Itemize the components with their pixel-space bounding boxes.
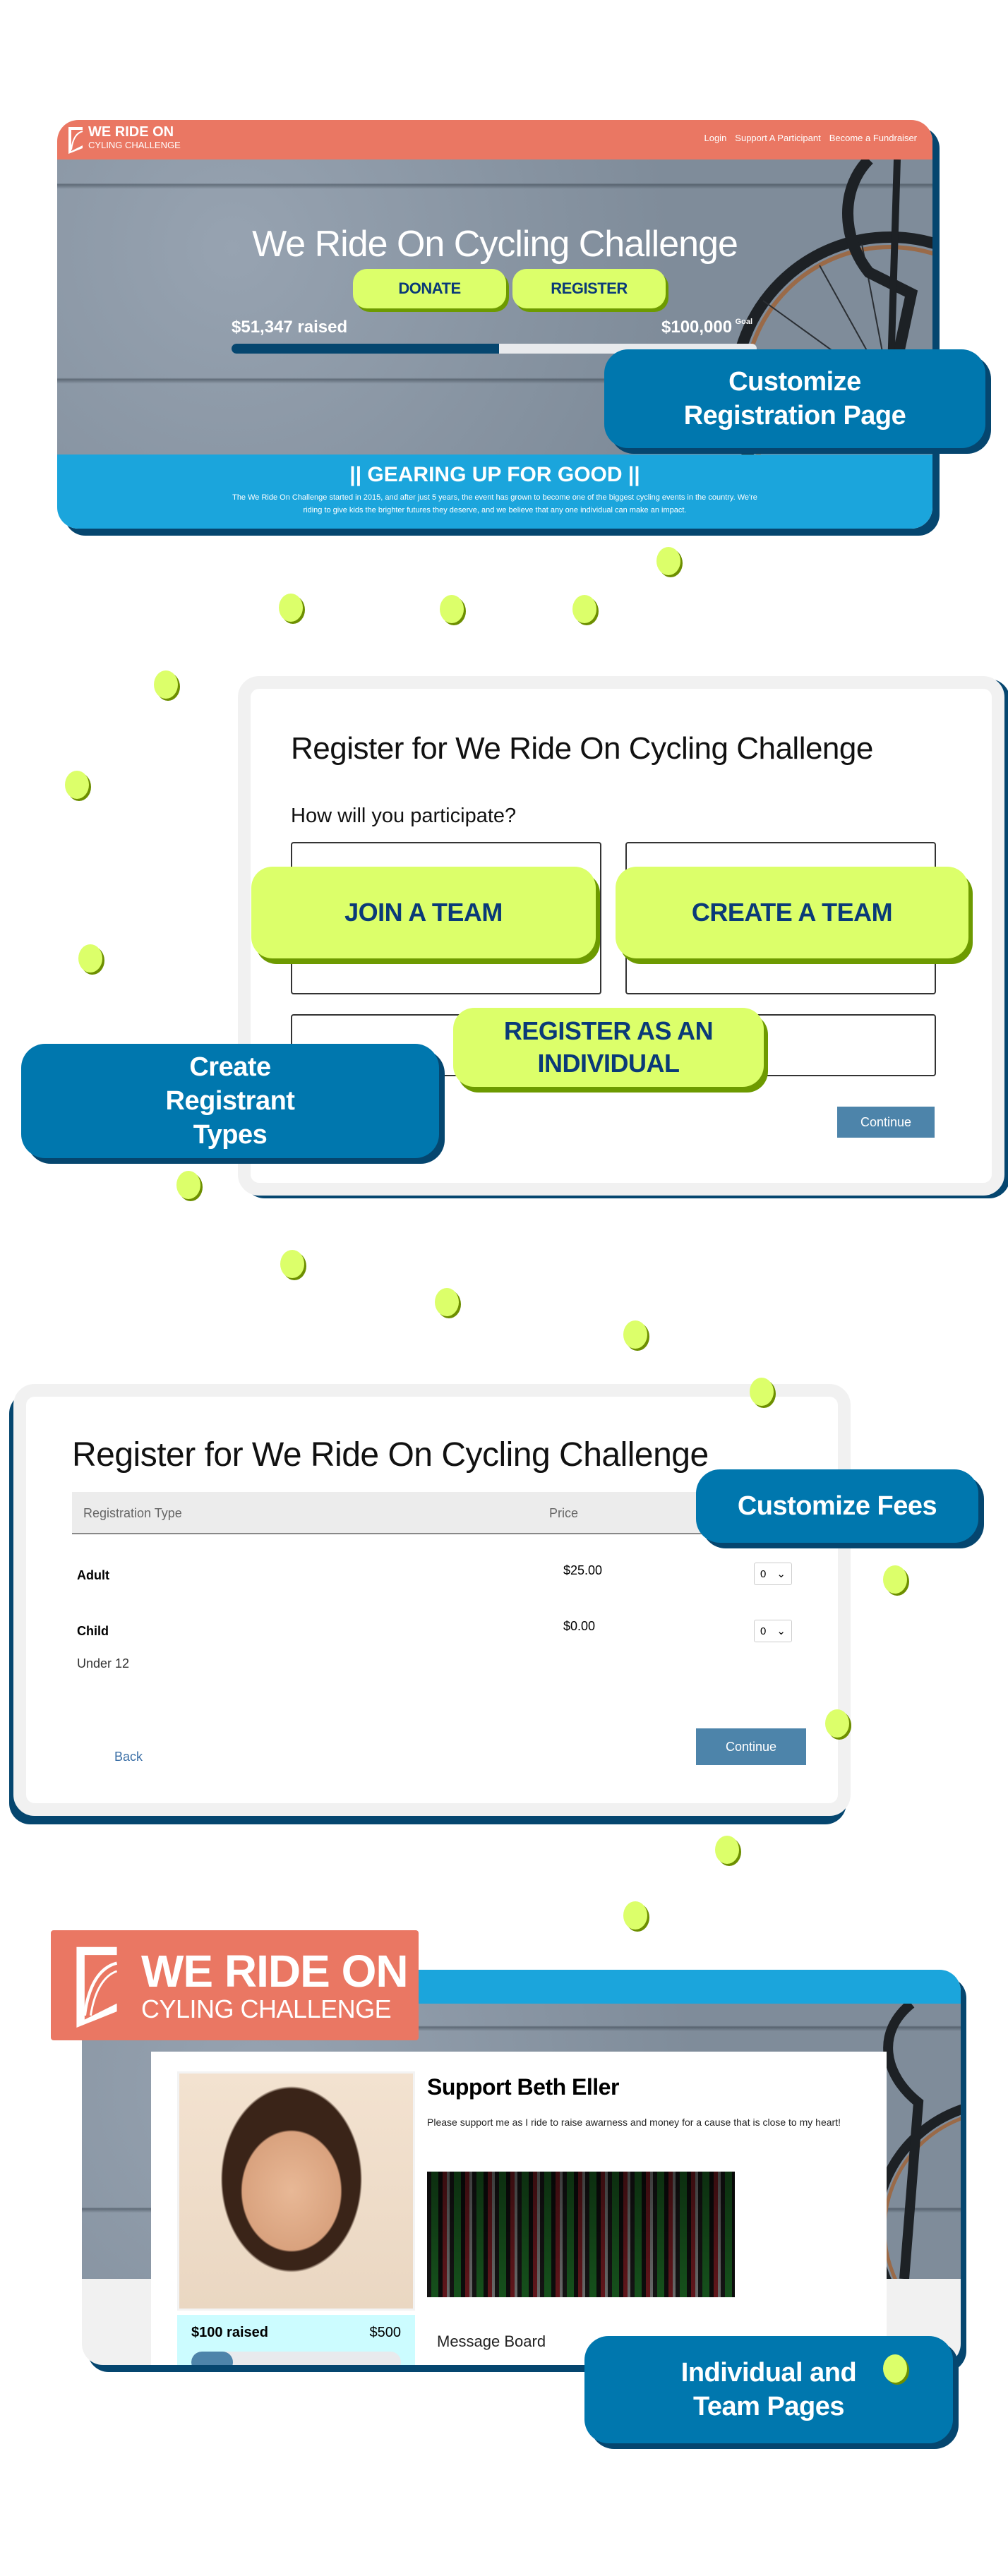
site-header: WE RIDE ON CYLING CHALLENGE Login Suppor… [57,120,932,160]
fundraising-box: $100 raised $500 [177,2315,415,2365]
page-description: Please support me as I ride to raise awa… [427,2117,841,2128]
callout-create-registrant-types: Create Registrant Types [21,1044,439,1158]
row-price: $0.00 [563,1619,596,1633]
cyclists-photo [427,2172,735,2297]
decorative-dot [656,547,680,575]
decorative-dot [440,595,464,623]
banner-text: The We Ride On Challenge started in 2015… [232,493,757,514]
decorative-dot [623,1901,647,1930]
row-price: $25.00 [563,1563,603,1577]
top-nav: Login Support A Participant Become a Fun… [704,133,917,143]
registration-title: Register for We Ride On Cycling Challeng… [72,1436,709,1474]
logo-line2: CYLING CHALLENGE [88,140,181,150]
callout-customize-registration-page: Customize Registration Page [604,349,985,448]
goal-label: Goal [735,318,753,326]
logo-line2: CYLING CHALLENGE [141,1994,392,2023]
goal-amount: $100,000 [661,318,733,337]
continue-button[interactable]: Continue [837,1107,935,1138]
participation-question: How will you participate? [291,805,517,827]
quantity-value: 0 [760,1625,767,1637]
callout-customize-fees: Customize Fees [696,1469,978,1543]
decorative-dot [176,1171,200,1199]
logo-line1: WE RIDE ON [141,1946,409,1997]
register-button[interactable]: REGISTER [512,269,666,308]
logo-line1: WE RIDE ON [88,124,174,140]
chevron-down-icon: ⌄ [776,1625,786,1637]
banner-title: || GEARING UP FOR GOOD || [349,463,640,486]
profile-photo [177,2071,415,2311]
create-a-team-button[interactable]: CREATE A TEAM [616,867,968,958]
nav-become-fundraiser[interactable]: Become a Fundraiser [829,133,917,143]
decorative-dot [750,1378,774,1406]
amount-raised: $100 raised [191,2325,268,2340]
event-page-preview: WE RIDE ON CYLING CHALLENGE Login Suppor… [57,120,932,529]
nav-support-participant[interactable]: Support A Participant [735,133,820,143]
row-type: Adult [77,1568,109,1582]
logo-badge: WE RIDE ON CYLING CHALLENGE [51,1930,419,2040]
registration-title: Register for We Ride On Cycling Challeng… [291,731,873,766]
continue-button[interactable]: Continue [696,1728,806,1765]
chevron-down-icon: ⌄ [776,1568,786,1580]
row-note: Under 12 [77,1656,130,1671]
gearing-up-banner: || GEARING UP FOR GOOD || The We Ride On… [57,455,932,529]
column-price: Price [549,1506,579,1520]
bike-logo-icon [76,1946,118,2028]
fees-card: Register for We Ride On Cycling Challeng… [13,1384,851,1816]
quantity-value: 0 [760,1567,767,1580]
goal: $100,000 Goal [661,318,752,337]
decorative-dot [572,595,596,623]
fundraising-progress-bar [191,2352,401,2365]
callout-individual-team-pages: Individual and Team Pages [584,2336,953,2443]
progress-fill [232,344,500,354]
decorative-dot [78,944,102,973]
goal-amount: $500 [369,2325,402,2340]
decorative-dot [435,1288,459,1316]
register-individual-button[interactable]: REGISTER AS AN INDIVIDUAL [453,1008,764,1087]
hero-title: We Ride On Cycling Challenge [252,224,738,265]
decorative-dot [279,594,303,622]
message-board-heading: Message Board [437,2333,546,2350]
decorative-dot [280,1250,304,1278]
decorative-dot [825,1709,849,1738]
progress-fill [191,2352,234,2365]
decorative-dot [883,2354,907,2383]
page-title: Support Beth Eller [427,2074,619,2100]
join-a-team-button[interactable]: JOIN A TEAM [251,867,596,958]
decorative-dot [623,1320,647,1349]
quantity-select[interactable]: 0 ⌄ [754,1563,792,1585]
decorative-dot [715,1836,739,1864]
logo[interactable]: WE RIDE ON CYLING CHALLENGE [67,124,181,154]
row-type: Child [77,1624,109,1638]
bike-logo-icon [68,127,83,154]
decorative-dot [883,1565,907,1594]
content-panel: $100 raised $500 Support Beth Eller Plea… [151,2052,887,2365]
decorative-dot [65,771,89,799]
quantity-select[interactable]: 0 ⌄ [754,1620,792,1642]
amount-raised: $51,347 raised [232,318,348,337]
decorative-dot [154,670,178,699]
nav-login[interactable]: Login [704,133,726,143]
back-link[interactable]: Back [114,1750,143,1764]
donate-button[interactable]: DONATE [353,269,506,308]
column-registration-type: Registration Type [83,1506,182,1520]
